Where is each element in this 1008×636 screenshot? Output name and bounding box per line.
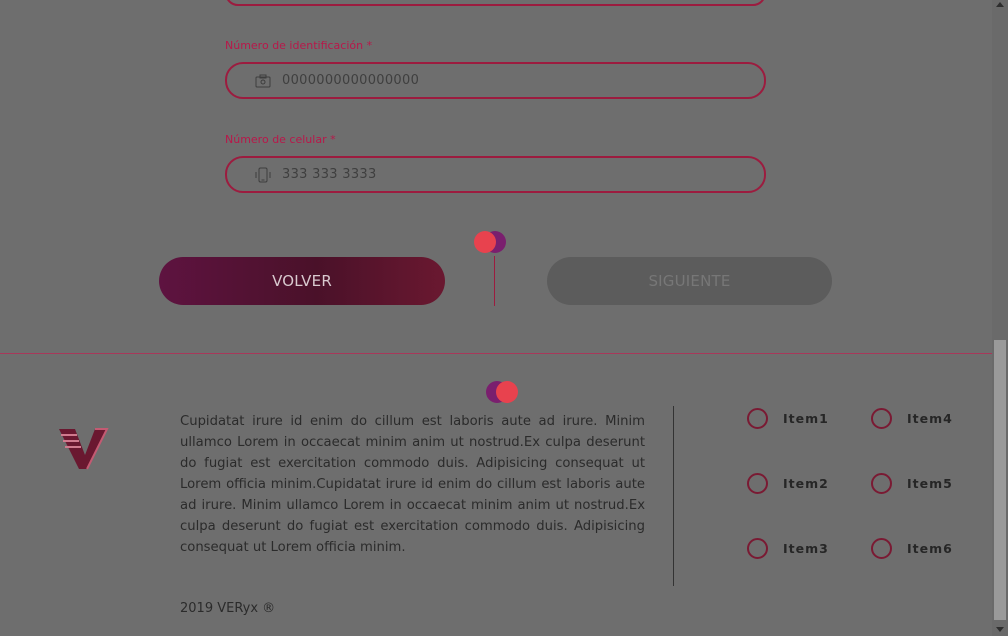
back-button[interactable]: VOLVER (159, 257, 445, 305)
item-circle-icon (747, 538, 768, 559)
previous-input-field[interactable] (225, 0, 766, 6)
scroll-down-arrow-icon[interactable] (996, 627, 1004, 632)
footer-item-6[interactable]: Item6 (871, 538, 953, 559)
phone-number-input[interactable] (282, 158, 742, 191)
footer-separator (673, 406, 674, 586)
item-circle-icon (747, 473, 768, 494)
item-circle-icon (871, 473, 892, 494)
next-button[interactable]: SIGUIENTE (547, 257, 832, 305)
item-circle-icon (871, 538, 892, 559)
footer-item-label: Item2 (783, 476, 829, 491)
id-number-input[interactable] (282, 64, 742, 97)
footer-item-2[interactable]: Item2 (747, 473, 829, 494)
page: Número de identificación * Número de cel… (0, 0, 992, 636)
footer-item-label: Item6 (907, 541, 953, 556)
scroll-thumb[interactable] (994, 340, 1006, 620)
mobile-phone-icon (255, 167, 271, 183)
footer-item-4[interactable]: Item4 (871, 408, 953, 429)
footer-item-5[interactable]: Item5 (871, 473, 953, 494)
footer-description: Cupidatat irure id enim do cillum est la… (180, 414, 645, 555)
scroll-up-arrow-icon[interactable] (996, 2, 1004, 7)
footer-item-label: Item5 (907, 476, 953, 491)
footer-item-1[interactable]: Item1 (747, 408, 829, 429)
id-number-label: Número de identificación * (225, 39, 373, 52)
phone-number-label: Número de celular * (225, 133, 336, 146)
id-card-icon (255, 74, 271, 88)
progress-dot-front (474, 231, 496, 253)
item-circle-icon (871, 408, 892, 429)
item-circle-icon (747, 408, 768, 429)
footer-item-label: Item4 (907, 411, 953, 426)
vertical-scrollbar[interactable] (992, 0, 1008, 636)
footer-item-label: Item3 (783, 541, 829, 556)
copyright-text: 2019 VERyx ® (180, 601, 276, 616)
phone-number-field[interactable] (225, 156, 766, 193)
brand-logo-icon (59, 428, 109, 470)
footer-dot-front (496, 381, 518, 403)
footer-divider (0, 353, 992, 354)
footer-item-label: Item1 (783, 411, 829, 426)
id-number-field[interactable] (225, 62, 766, 99)
footer-item-3[interactable]: Item3 (747, 538, 829, 559)
button-divider (494, 256, 495, 306)
